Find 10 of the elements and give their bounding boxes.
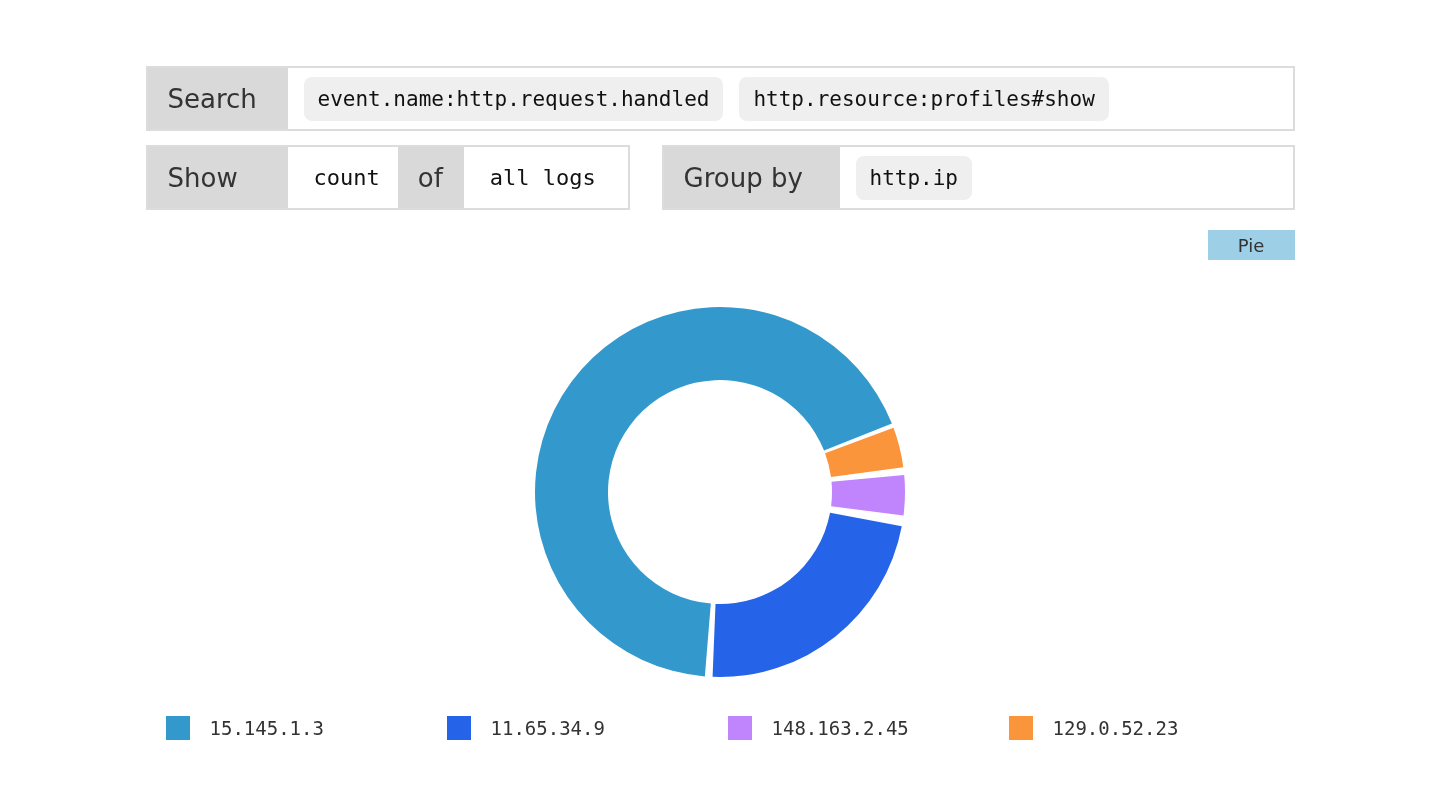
search-term-chip[interactable]: http.resource:profiles#show <box>739 76 1109 121</box>
search-term-chip[interactable]: event.name:http.request.handled <box>303 76 724 121</box>
legend-label: 11.65.34.9 <box>490 717 605 739</box>
search-label: Search <box>147 68 288 129</box>
pie-button[interactable]: Pie <box>1207 230 1295 260</box>
legend-label: 15.145.1.3 <box>209 717 324 739</box>
legend-label: 148.163.2.45 <box>771 717 909 739</box>
group-field-chip[interactable]: http.ip <box>855 155 972 200</box>
group-by-label: Group by <box>663 147 840 208</box>
legend-label: 129.0.52.23 <box>1052 717 1179 739</box>
